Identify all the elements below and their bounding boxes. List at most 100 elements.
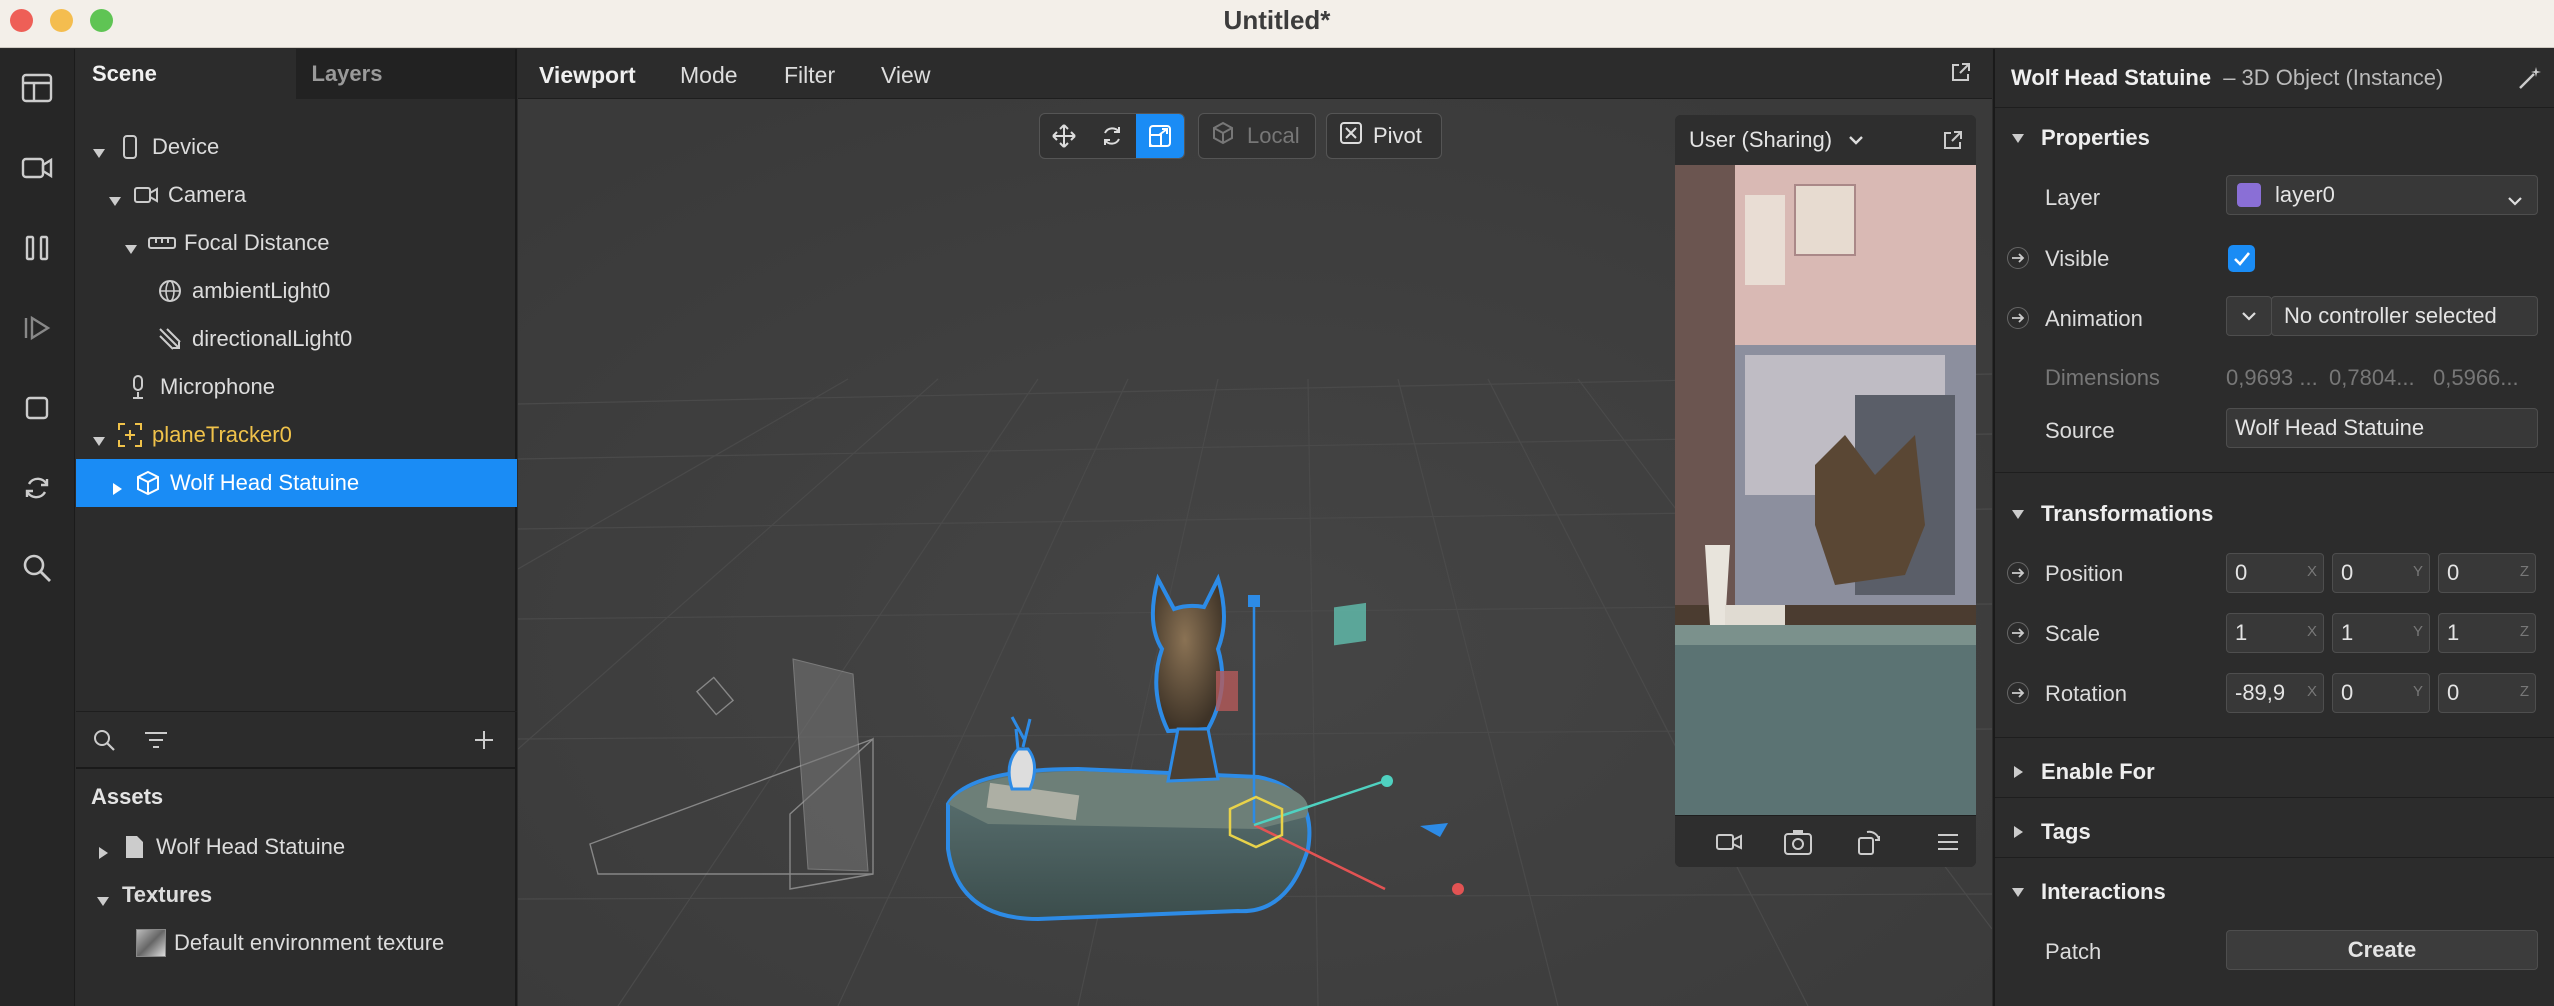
scale-tool-icon[interactable] [1136, 114, 1184, 158]
window-title: Untitled* [1223, 5, 1331, 35]
dimension-y: 0,7804... [2329, 365, 2415, 390]
preview-device-label[interactable]: User (Sharing) [1689, 127, 1832, 153]
collapse-triangle-icon[interactable] [110, 476, 124, 495]
rotate-device-icon[interactable] [1855, 828, 1883, 861]
rotation-x-input[interactable]: -89,9 X [2226, 673, 2324, 713]
chevron-down-icon[interactable] [1848, 127, 1864, 153]
preview-header: User (Sharing) [1675, 115, 1976, 165]
tree-item-wolf-head-statuine[interactable]: Wolf Head Statuine [76, 459, 517, 507]
section-interactions[interactable]: Interactions [2011, 879, 2166, 905]
chevron-down-icon [2507, 188, 2523, 214]
step-forward-icon[interactable] [14, 305, 60, 351]
device-preview-panel[interactable]: User (Sharing) [1675, 115, 1976, 867]
visible-checkbox[interactable] [2228, 245, 2255, 272]
microphone-icon [124, 373, 152, 401]
rotate-tool-icon[interactable] [1088, 114, 1136, 158]
pause-icon[interactable] [14, 225, 60, 271]
tab-scene[interactable]: Scene [76, 49, 296, 99]
animation-controller-field[interactable]: No controller selected [2271, 296, 2538, 336]
scale-x-input[interactable]: 1X [2226, 613, 2324, 653]
expand-triangle-icon[interactable] [124, 236, 138, 254]
scale-z-input[interactable]: 1Z [2438, 613, 2536, 653]
position-x-input[interactable]: 0X [2226, 553, 2324, 593]
tree-item-microphone[interactable]: Microphone [76, 363, 517, 411]
move-tool-icon[interactable] [1040, 114, 1088, 158]
layer-color-swatch [2237, 183, 2261, 207]
tree-label: Camera [168, 182, 247, 207]
video-icon[interactable] [14, 145, 60, 191]
section-properties[interactable]: Properties [2011, 125, 2150, 151]
menu-mode[interactable]: Mode [680, 62, 738, 89]
connect-arrow-icon[interactable] [2007, 562, 2029, 584]
directional-light-icon [156, 325, 184, 353]
tree-item-camera[interactable]: Camera [76, 171, 517, 219]
section-tags[interactable]: Tags [2011, 819, 2091, 845]
position-y-input[interactable]: 0Y [2332, 553, 2430, 593]
asset-folder-textures[interactable]: Textures [76, 871, 517, 919]
ruler-icon [148, 229, 176, 257]
stop-icon[interactable] [14, 385, 60, 431]
menu-viewport[interactable]: Viewport [539, 62, 636, 89]
tree-item-ambient-light[interactable]: ambientLight0 [76, 267, 517, 315]
pivot-button[interactable]: Pivot [1326, 113, 1442, 159]
tree-item-plane-tracker[interactable]: planeTracker0 [76, 411, 517, 459]
add-icon[interactable] [472, 728, 496, 757]
filter-icon[interactable] [144, 730, 168, 755]
connect-arrow-icon[interactable] [2007, 682, 2029, 704]
inspector-panel: Wolf Head Statuine – 3D Object (Instance… [1993, 49, 2554, 1006]
camera-preview-image [1675, 165, 1976, 815]
tree-label: Device [152, 134, 220, 159]
position-z-input[interactable]: 0Z [2438, 553, 2536, 593]
tree-item-focal-distance[interactable]: Focal Distance [76, 219, 517, 267]
tree-item-directional-light[interactable]: directionalLight0 [76, 315, 517, 363]
connect-arrow-icon[interactable] [2007, 622, 2029, 644]
animation-label: Animation [2045, 306, 2143, 331]
tree-item-device[interactable]: Device [76, 123, 517, 171]
phone-icon [116, 133, 144, 161]
scale-y-input[interactable]: 1Y [2332, 613, 2430, 653]
menu-filter[interactable]: Filter [784, 62, 835, 89]
layout-icon[interactable] [14, 65, 60, 111]
asset-label: Wolf Head Statuine [156, 834, 346, 859]
search-icon[interactable] [92, 728, 116, 757]
value: 0 [2235, 560, 2248, 585]
asset-item-default-environment-texture[interactable]: Default environment texture [76, 919, 517, 967]
tab-layers[interactable]: Layers [295, 49, 515, 99]
section-title: Tags [2041, 819, 2091, 844]
value: 1 [2235, 620, 2248, 645]
position-label: Position [2045, 561, 2124, 586]
axis-label: Z [2519, 563, 2529, 580]
rotation-y-input[interactable]: 0Y [2332, 673, 2430, 713]
viewport[interactable]: Viewport Mode Filter View Local Pivot Us… [518, 49, 1992, 1006]
globe-light-icon [156, 277, 184, 305]
axis-label: Z [2519, 683, 2529, 700]
camera-icon[interactable] [1715, 830, 1743, 859]
switch-camera-icon[interactable] [1783, 828, 1813, 861]
refresh-icon[interactable] [14, 465, 60, 511]
expand-triangle-icon[interactable] [92, 428, 106, 446]
magic-wand-icon[interactable] [2517, 65, 2543, 96]
source-label: Source [2045, 418, 2115, 443]
layer-select[interactable]: layer0 [2226, 175, 2538, 215]
connect-arrow-icon[interactable] [2007, 247, 2029, 269]
local-space-button[interactable]: Local [1198, 113, 1316, 159]
collapse-triangle-icon[interactable] [96, 840, 110, 859]
source-field[interactable]: Wolf Head Statuine [2226, 408, 2538, 448]
create-patch-button[interactable]: Create [2226, 930, 2538, 970]
connect-arrow-icon[interactable] [2007, 307, 2029, 329]
section-enable-for[interactable]: Enable For [2011, 759, 2155, 785]
menu-icon[interactable] [1937, 832, 1959, 857]
expand-triangle-icon[interactable] [96, 888, 110, 906]
expand-triangle-icon[interactable] [92, 140, 106, 158]
popout-icon[interactable] [1950, 61, 1972, 89]
section-title: Interactions [2041, 879, 2166, 904]
asset-item-wolf-head-statuine[interactable]: Wolf Head Statuine [76, 823, 517, 871]
popout-icon[interactable] [1942, 129, 1964, 157]
expand-triangle-icon[interactable] [108, 188, 122, 206]
rotation-z-input[interactable]: 0Z [2438, 673, 2536, 713]
search-icon[interactable] [14, 545, 60, 591]
value: -89,9 [2235, 680, 2286, 705]
menu-view[interactable]: View [881, 62, 930, 89]
section-transformations[interactable]: Transformations [2011, 501, 2213, 527]
animation-dropdown-button[interactable] [2226, 296, 2272, 336]
